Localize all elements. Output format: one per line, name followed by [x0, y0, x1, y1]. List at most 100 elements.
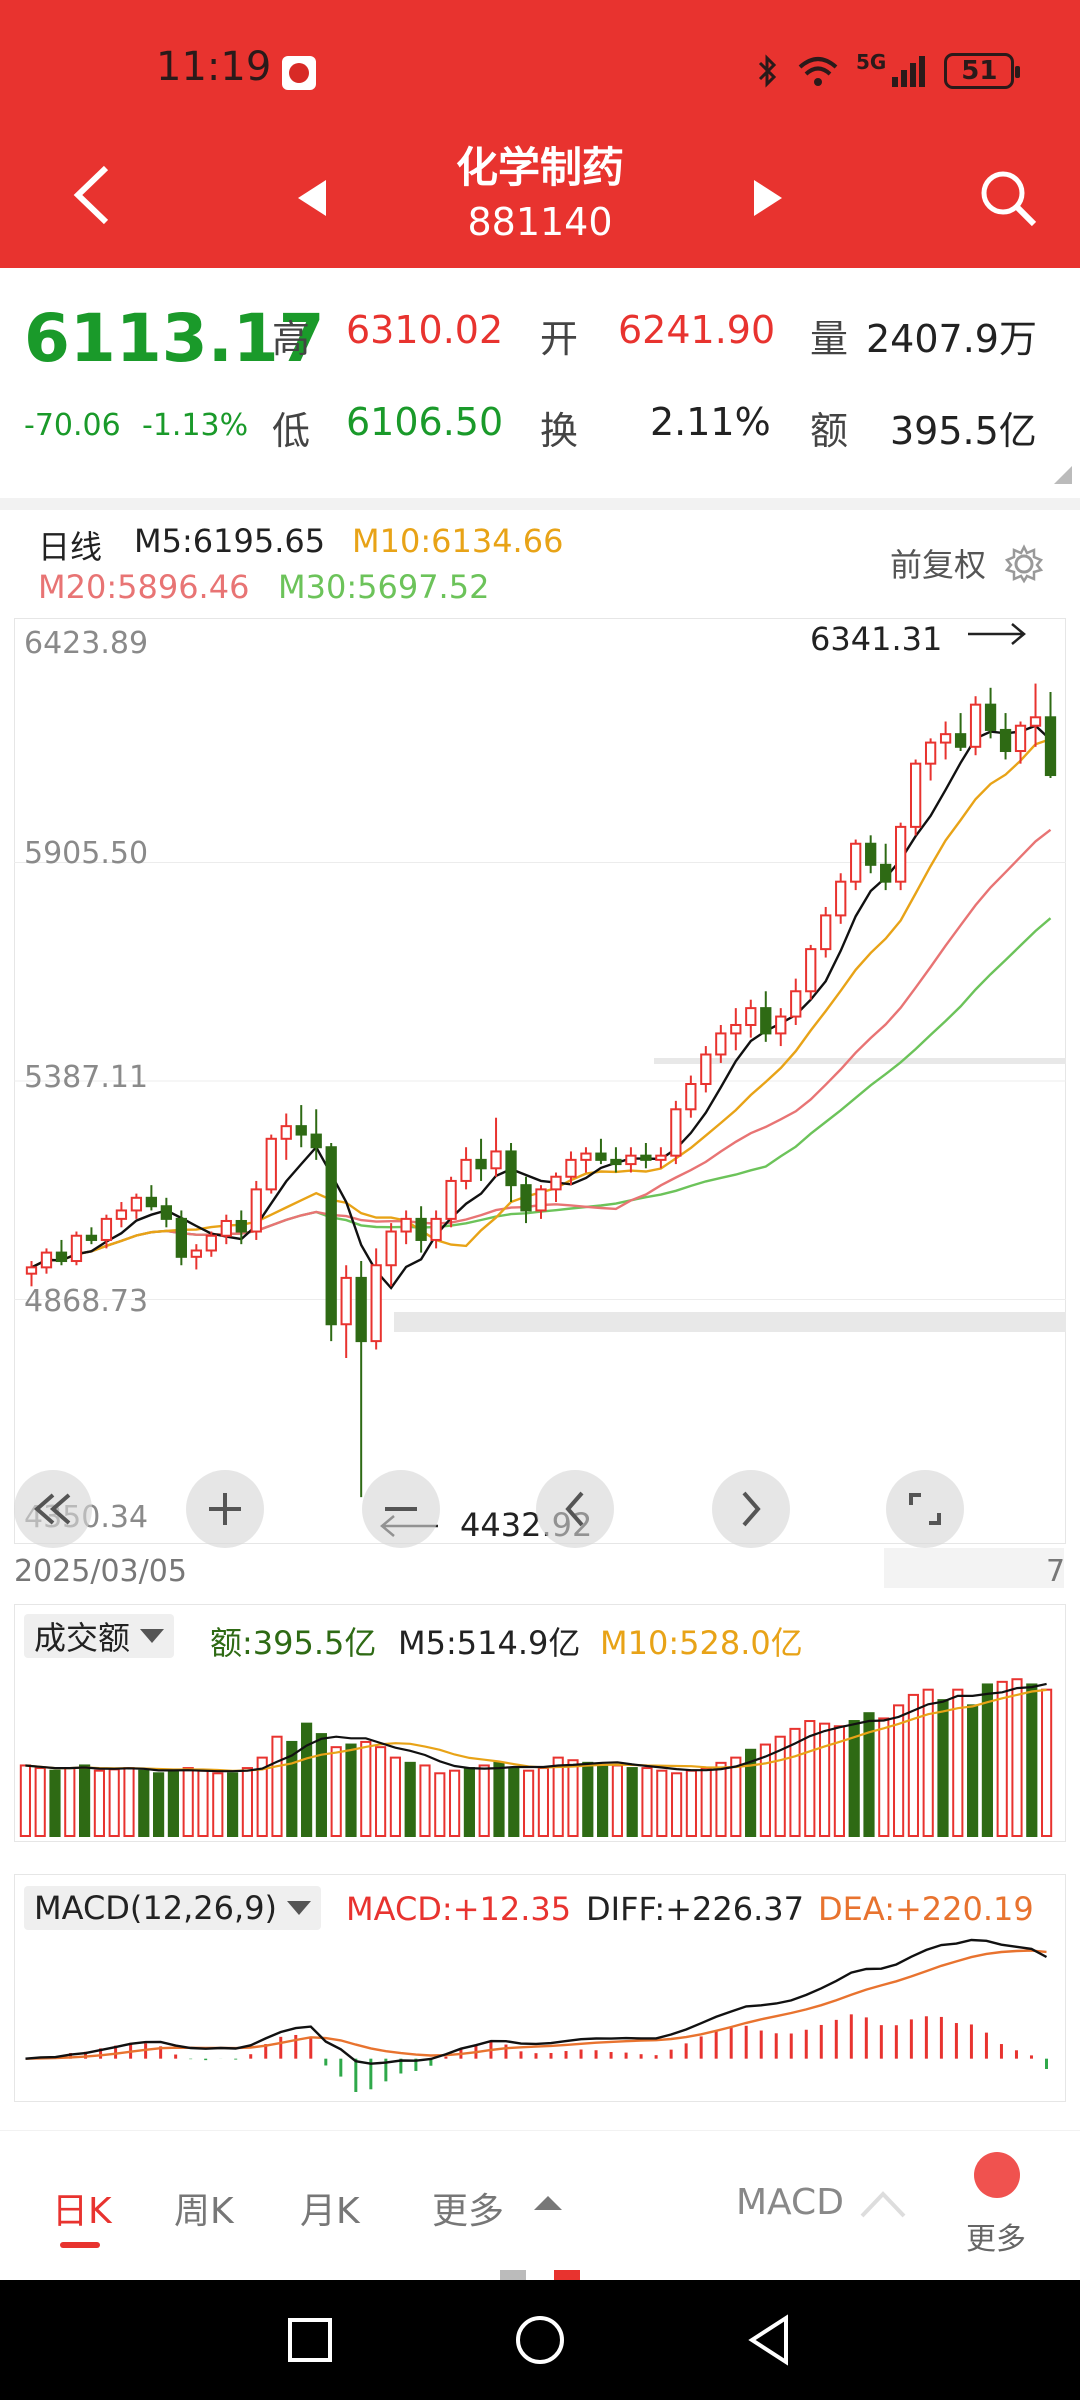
- volume-bar: [167, 1769, 179, 1837]
- macd-value: MACD:+12.35: [346, 1890, 572, 1928]
- ma20-value: M20:5896.46: [38, 568, 250, 606]
- high-value: 6310.02: [346, 308, 504, 352]
- amount-value: 395.5亿: [890, 409, 1037, 453]
- candle: [700, 1046, 712, 1093]
- chevron-up-icon: [534, 2196, 562, 2210]
- volume-bar: [937, 1699, 949, 1838]
- candle: [115, 1202, 128, 1228]
- section-divider: [0, 498, 1080, 510]
- rewind-icon: [33, 1493, 71, 1525]
- high-label: 高: [272, 317, 311, 361]
- volume-bar: [567, 1759, 579, 1837]
- volume-bar: [463, 1767, 475, 1837]
- volume-selector[interactable]: 成交额: [24, 1614, 175, 1658]
- volume-bar: [552, 1756, 564, 1837]
- resistance-band: [654, 1058, 1066, 1064]
- volume-bar: [212, 1772, 224, 1838]
- prev-stock-icon[interactable]: [292, 176, 332, 220]
- expand-corner-icon[interactable]: [1054, 466, 1072, 484]
- price-axis-label: 5905.50: [24, 836, 149, 871]
- candle: [625, 1147, 637, 1173]
- volume-bar: [819, 1722, 831, 1837]
- volume-bar: [79, 1764, 91, 1837]
- fullscreen-icon: [909, 1493, 941, 1525]
- candle: [250, 1180, 262, 1240]
- candle: [295, 1105, 307, 1148]
- back-nav-icon[interactable]: [740, 2310, 800, 2370]
- scroll-left-button[interactable]: [536, 1470, 614, 1548]
- tab-day-k[interactable]: 日K: [52, 2182, 112, 2234]
- candle: [730, 1008, 742, 1051]
- network-type: 5G: [856, 50, 887, 74]
- volume-amount: 额:395.5亿: [210, 1624, 377, 1662]
- indicator-tab[interactable]: MACD: [736, 2182, 844, 2223]
- tab-week-k[interactable]: 周K: [174, 2182, 234, 2234]
- adjust-mode[interactable]: 前复权: [890, 540, 986, 586]
- stock-code: 881140: [467, 200, 613, 244]
- candle: [909, 759, 922, 836]
- candle: [850, 839, 862, 891]
- candle: [430, 1210, 442, 1249]
- volume-value: 2407.9万: [866, 317, 1037, 361]
- recents-icon[interactable]: [280, 2310, 340, 2370]
- end-date: 7: [1046, 1554, 1066, 1589]
- price-change: -70.06: [24, 408, 121, 443]
- fullscreen-button[interactable]: [886, 1470, 964, 1548]
- turnover-label: 换: [540, 409, 579, 453]
- volume-bar: [996, 1680, 1008, 1837]
- zoom-out-button[interactable]: [362, 1470, 440, 1548]
- kline-chart[interactable]: [14, 618, 1066, 1544]
- volume-bar: [508, 1767, 520, 1837]
- volume-bar: [1026, 1683, 1038, 1837]
- candle: [835, 873, 847, 924]
- macd-selector[interactable]: MACD(12,26,9): [24, 1886, 322, 1930]
- volume-bar: [301, 1722, 313, 1837]
- search-icon[interactable]: [978, 168, 1038, 228]
- volume-bar: [1011, 1678, 1023, 1838]
- candle: [385, 1223, 397, 1287]
- candle: [865, 835, 877, 874]
- chevron-right-icon: [742, 1491, 761, 1527]
- tab-month-k[interactable]: 月K: [300, 2182, 360, 2234]
- volume-label: 量: [810, 317, 849, 361]
- next-stock-icon[interactable]: [748, 176, 788, 220]
- home-icon[interactable]: [510, 2310, 570, 2370]
- candle: [460, 1147, 472, 1190]
- volume-bar: [108, 1768, 120, 1838]
- volume-bar: [123, 1767, 135, 1837]
- rewind-button[interactable]: [14, 1470, 92, 1548]
- candle: [760, 991, 772, 1042]
- volume-bar: [523, 1769, 535, 1837]
- candle: [610, 1147, 622, 1173]
- candle: [280, 1113, 292, 1160]
- candle: [550, 1172, 562, 1203]
- more-menu-icon[interactable]: [974, 2152, 1020, 2198]
- candle: [924, 738, 937, 781]
- volume-bar: [375, 1746, 387, 1837]
- volume-bar: [227, 1772, 239, 1838]
- candle: [205, 1231, 217, 1257]
- volume-bar: [49, 1769, 61, 1837]
- gear-icon[interactable]: [1004, 544, 1044, 584]
- status-time: 11:19: [156, 44, 272, 90]
- volume-bar: [34, 1767, 46, 1837]
- quote-panel: 6113.17 -70.06 -1.13% 高 6310.02 开 6241.9…: [0, 268, 1080, 498]
- candle: [775, 1008, 787, 1047]
- volume-bar: [197, 1769, 209, 1837]
- candle: [984, 687, 997, 739]
- more-menu-label[interactable]: 更多: [966, 2214, 1026, 2258]
- zoom-in-icon: [209, 1493, 241, 1525]
- high-annotation: 6341.31: [810, 620, 943, 658]
- scroll-right-button[interactable]: [712, 1470, 790, 1548]
- tab-more[interactable]: 更多: [432, 2182, 504, 2234]
- volume-bar: [922, 1688, 934, 1838]
- zoom-in-button[interactable]: [186, 1470, 264, 1548]
- candle: [805, 944, 817, 1000]
- volume-bar: [360, 1740, 372, 1837]
- volume-bar: [93, 1769, 105, 1837]
- candle: [565, 1151, 577, 1186]
- chevron-left-icon: [565, 1491, 584, 1527]
- candle: [520, 1176, 532, 1224]
- back-icon[interactable]: [64, 160, 124, 230]
- candle: [145, 1185, 158, 1211]
